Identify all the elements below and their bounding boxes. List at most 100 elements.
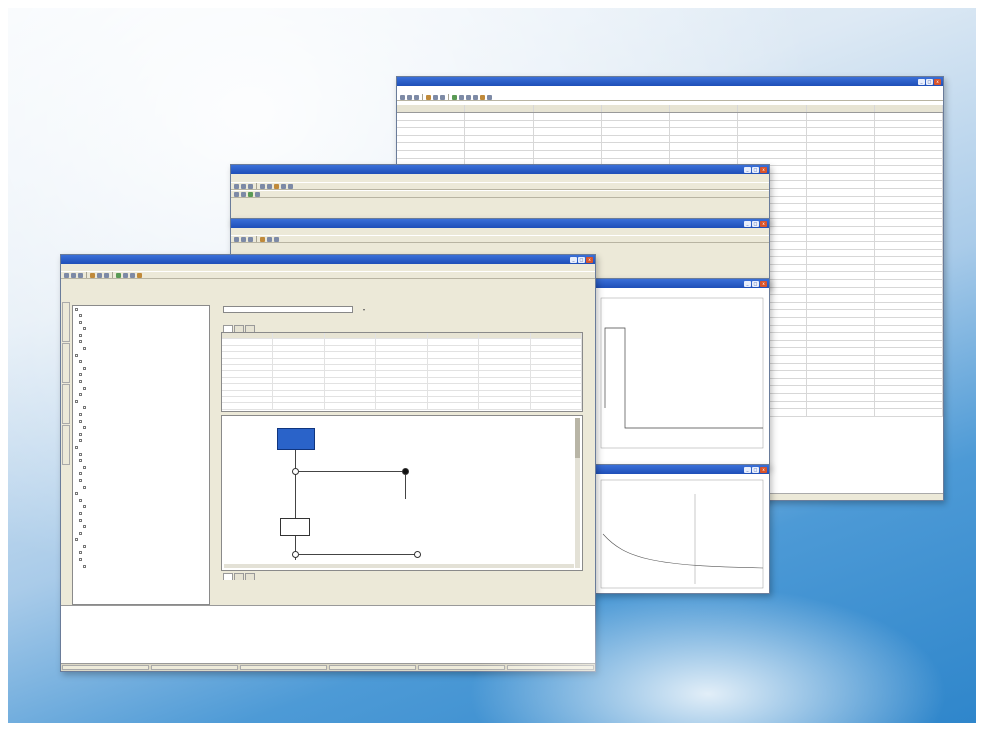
paste-icon[interactable]	[104, 272, 109, 278]
minimize-button[interactable]: _	[744, 166, 751, 173]
tree-item[interactable]	[73, 425, 209, 432]
tree-item[interactable]	[73, 379, 209, 386]
cut-icon[interactable]	[274, 183, 279, 189]
pointer-icon[interactable]	[123, 272, 128, 278]
back-icon[interactable]	[234, 191, 239, 197]
tree-item[interactable]	[73, 372, 209, 379]
tree-item[interactable]	[73, 451, 209, 458]
tab-source[interactable]	[234, 573, 244, 580]
side-tab[interactable]	[62, 384, 70, 424]
close-button[interactable]: x	[760, 466, 767, 473]
paste-icon[interactable]	[440, 94, 445, 100]
copy-icon[interactable]	[433, 94, 438, 100]
side-tab[interactable]	[62, 425, 70, 465]
tree-item[interactable]	[73, 418, 209, 425]
tree-item[interactable]	[73, 444, 209, 451]
print-icon[interactable]	[487, 94, 492, 100]
expand-icon[interactable]	[75, 492, 78, 496]
open-icon[interactable]	[241, 183, 246, 189]
tree-item[interactable]	[73, 491, 209, 498]
flow-end-event[interactable]	[402, 468, 409, 475]
expand-icon[interactable]	[83, 485, 86, 489]
tree-item[interactable]	[73, 563, 209, 570]
tree-item[interactable]	[73, 405, 209, 412]
column-header[interactable]	[534, 105, 602, 112]
expand-icon[interactable]	[79, 459, 82, 463]
expand-icon[interactable]	[79, 551, 82, 555]
expand-icon[interactable]	[79, 340, 82, 344]
tree-item[interactable]	[73, 412, 209, 419]
expand-icon[interactable]	[79, 432, 82, 436]
tree-item[interactable]	[73, 557, 209, 564]
expand-icon[interactable]	[79, 314, 82, 318]
tab-design[interactable]	[223, 573, 233, 580]
tab-preview[interactable]	[245, 573, 255, 580]
tab-attributes[interactable]	[223, 325, 233, 332]
scrollbar-thumb[interactable]	[575, 418, 580, 458]
tree-item[interactable]	[73, 458, 209, 465]
maximize-button[interactable]: □	[926, 78, 933, 85]
maximize-button[interactable]: □	[752, 166, 759, 173]
cut-icon[interactable]	[426, 94, 431, 100]
forward-icon[interactable]	[241, 191, 246, 197]
copy-icon[interactable]	[281, 183, 286, 189]
run-icon[interactable]	[248, 191, 253, 197]
tree-item[interactable]	[73, 497, 209, 504]
workflow-node[interactable]	[280, 518, 310, 536]
window-tab[interactable]	[240, 665, 327, 670]
paste-icon[interactable]	[274, 236, 279, 242]
maximize-button[interactable]: □	[752, 466, 759, 473]
stop-icon[interactable]	[459, 94, 464, 100]
minimize-button[interactable]: _	[570, 256, 577, 263]
diagram-select[interactable]	[223, 306, 353, 313]
column-header[interactable]	[807, 105, 875, 112]
new-icon[interactable]	[234, 236, 239, 242]
tree-item[interactable]	[73, 471, 209, 478]
column-header[interactable]	[465, 105, 534, 112]
expand-icon[interactable]	[79, 333, 82, 337]
side-tab[interactable]	[62, 302, 70, 342]
open-icon[interactable]	[241, 236, 246, 242]
window-tab[interactable]	[418, 665, 505, 670]
table-row[interactable]	[397, 135, 943, 144]
tree-item[interactable]	[73, 484, 209, 491]
filter-icon[interactable]	[466, 94, 471, 100]
close-button[interactable]: x	[760, 220, 767, 227]
sort-icon[interactable]	[473, 94, 478, 100]
tree-item[interactable]	[73, 332, 209, 339]
tree-item[interactable]	[73, 504, 209, 511]
minimize-button[interactable]: _	[744, 466, 751, 473]
close-button[interactable]: x	[934, 78, 941, 85]
minimize-button[interactable]: _	[918, 78, 925, 85]
save-icon[interactable]	[78, 272, 83, 278]
run-icon[interactable]	[452, 94, 457, 100]
tree-item[interactable]	[73, 352, 209, 359]
expand-icon[interactable]	[83, 366, 86, 370]
tree-item[interactable]	[73, 524, 209, 531]
copy-icon[interactable]	[267, 236, 272, 242]
undo-icon[interactable]	[260, 183, 265, 189]
expand-icon[interactable]	[75, 353, 78, 357]
expand-icon[interactable]	[83, 406, 86, 410]
connect-icon[interactable]	[130, 272, 135, 278]
new-icon[interactable]	[234, 183, 239, 189]
tree-item[interactable]	[73, 392, 209, 399]
tree-item[interactable]	[73, 365, 209, 372]
tree-item[interactable]	[73, 477, 209, 484]
run-icon[interactable]	[116, 272, 121, 278]
expand-icon[interactable]	[79, 419, 82, 423]
tree-item[interactable]	[73, 339, 209, 346]
expand-icon[interactable]	[83, 564, 86, 568]
window-tab[interactable]	[62, 665, 149, 670]
tree-item[interactable]	[73, 550, 209, 557]
expand-icon[interactable]	[75, 307, 78, 311]
vertical-scrollbar[interactable]	[575, 418, 580, 568]
expand-icon[interactable]	[79, 558, 82, 562]
tree-item[interactable]	[73, 530, 209, 537]
expand-icon[interactable]	[79, 478, 82, 482]
close-button[interactable]: x	[760, 280, 767, 287]
expand-icon[interactable]	[83, 505, 86, 509]
expand-icon[interactable]	[83, 386, 86, 390]
tree-item[interactable]	[73, 464, 209, 471]
tree-item[interactable]	[73, 537, 209, 544]
